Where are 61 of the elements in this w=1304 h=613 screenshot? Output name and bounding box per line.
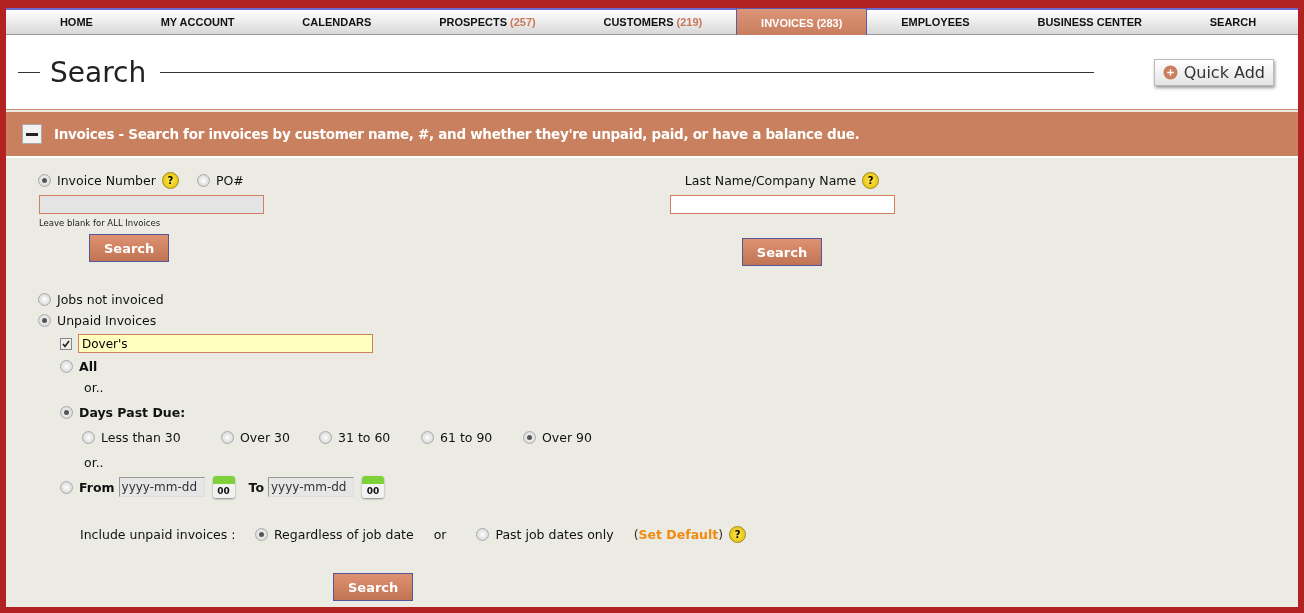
radio-label: All: [79, 359, 98, 374]
field-label: Include unpaid invoices :: [80, 527, 237, 542]
nav-tab[interactable]: HOME: [26, 10, 127, 34]
radio-button[interactable]: [255, 528, 268, 541]
invoice-number-field[interactable]: [39, 195, 264, 214]
collapse-toggle[interactable]: [22, 124, 42, 144]
nav-tab[interactable]: BUSINESS CENTER: [1003, 10, 1176, 34]
help-icon[interactable]: ?: [862, 172, 880, 189]
date-field[interactable]: yyyy-mm-dd: [118, 477, 205, 497]
radio-label: Regardless of job date: [274, 527, 414, 542]
radio-button[interactable]: [60, 480, 73, 494]
or-text: or: [433, 527, 447, 542]
field-label: Last Name/Company Name: [684, 173, 857, 188]
radio-label: Invoice Number: [57, 173, 156, 188]
radio-button[interactable]: [319, 431, 332, 444]
radio-button[interactable]: [38, 314, 51, 327]
calendar-icon[interactable]: 00: [362, 476, 384, 498]
radio-button[interactable]: [421, 431, 434, 444]
radio-button[interactable]: [60, 360, 73, 373]
nav-tab[interactable]: CALENDARS: [268, 10, 406, 34]
radio-label: 31 to 60: [338, 430, 391, 445]
quick-add-button[interactable]: Quick Add: [1153, 58, 1274, 86]
help-icon[interactable]: ?: [161, 172, 179, 189]
field-label: From: [79, 479, 115, 495]
plus-icon: [1162, 64, 1178, 80]
or-text: or..: [84, 380, 105, 395]
field-hint: Leave blank for ALL Invoices: [39, 218, 162, 228]
help-icon[interactable]: ?: [729, 526, 747, 543]
section-title: Invoices - Search for invoices by customer name, #, and whether they're unpaid, paid, or have a balance due.: [54, 126, 860, 142]
or-text: or..: [84, 455, 105, 470]
calendar-icon[interactable]: 00: [212, 476, 235, 498]
radio-button[interactable]: [221, 431, 234, 444]
radio-label: Past job dates only: [495, 527, 614, 542]
radio-label: Days Past Due:: [79, 405, 186, 420]
radio-button[interactable]: [196, 174, 210, 187]
name-field[interactable]: [669, 195, 895, 214]
radio-button[interactable]: [82, 431, 95, 444]
radio-button[interactable]: [523, 431, 536, 444]
customer-field[interactable]: Dover's: [78, 334, 373, 353]
page-title: Search: [50, 55, 147, 89]
field-label: To: [248, 479, 264, 495]
radio-button[interactable]: [38, 293, 51, 306]
nav-tab[interactable]: MY ACCOUNT: [126, 10, 269, 34]
radio-label: Unpaid Invoices: [57, 313, 157, 328]
nav-tab[interactable]: SEARCH: [1175, 10, 1291, 34]
bracket-text: ): [718, 527, 724, 542]
radio-label: Less than 30: [101, 430, 181, 445]
radio-label: Over 90: [542, 430, 592, 445]
radio-label: Over 30: [240, 430, 290, 445]
radio-label: PO#: [215, 173, 244, 188]
radio-button[interactable]: [38, 174, 51, 187]
nav-tab[interactable]: PROSPECTS (257): [405, 10, 570, 34]
radio-label: Jobs not invoiced: [57, 292, 164, 307]
radio-button[interactable]: [476, 528, 490, 541]
nav-tab[interactable]: CUSTOMERS (219): [569, 10, 737, 34]
bracket-text: (: [633, 527, 639, 542]
checkbox[interactable]: [60, 337, 72, 350]
date-field[interactable]: yyyy-mm-dd: [268, 477, 354, 497]
radio-button[interactable]: [60, 406, 73, 419]
nav-tab[interactable]: EMPLOYEES: [867, 10, 1004, 34]
radio-label: 61 to 90: [440, 430, 493, 445]
